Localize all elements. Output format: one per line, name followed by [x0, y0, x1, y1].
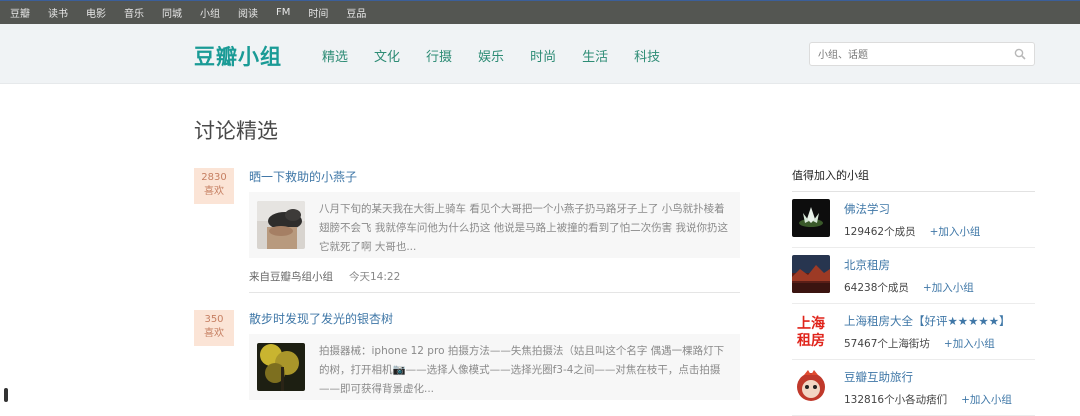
nav-culture[interactable]: 文化 [374, 46, 400, 65]
topic-meta: 来自豆瓣鸟组小组 今天14:22 [249, 269, 400, 284]
join-group-button[interactable]: +加入小组 [923, 282, 974, 294]
topic-divider [249, 292, 740, 293]
recommended-groups: 值得加入的小组 佛法学习 129462个成员 +加入小组 北京租房 64238个… [792, 167, 1035, 416]
group-avatar[interactable]: 上海 租房 [792, 311, 830, 349]
group-stats: 64238个成员 +加入小组 [844, 280, 974, 295]
global-nav-douban[interactable]: 豆瓣 [10, 5, 30, 20]
group-stats: 132816个小各动痞们 +加入小组 [844, 392, 1012, 407]
global-nav-books[interactable]: 读书 [48, 5, 68, 20]
topic-thumbnail[interactable] [257, 201, 305, 249]
global-nav-read[interactable]: 阅读 [238, 5, 258, 20]
group-item: 豆瓣互助旅行 132816个小各动痞们 +加入小组 [792, 360, 1035, 416]
site-logo[interactable]: 豆瓣小组 [194, 41, 282, 71]
like-label: 喜欢 [204, 328, 224, 339]
nav-life[interactable]: 生活 [582, 46, 608, 65]
like-count-badge: 350 喜欢 [194, 310, 234, 346]
global-nav-time[interactable]: 时间 [308, 5, 328, 20]
group-name[interactable]: 佛法学习 [844, 201, 890, 217]
topic-title-link[interactable]: 散步时发现了发光的银杏树 [249, 310, 393, 327]
nav-travel[interactable]: 行摄 [426, 46, 452, 65]
nav-fashion[interactable]: 时尚 [530, 46, 556, 65]
group-name[interactable]: 上海租房大全【好评★★★★★】 [844, 313, 1011, 329]
join-group-button[interactable]: +加入小组 [930, 226, 981, 238]
topic-preview[interactable]: 拍摄器械：iphone 12 pro 拍摄方法——失焦拍摄法（姑且叫这个名字 偶… [249, 334, 740, 400]
scrollbar-handle[interactable] [4, 388, 8, 402]
global-nav-bar: 豆瓣 读书 电影 音乐 同城 小组 阅读 FM 时间 豆品 [0, 0, 1080, 24]
like-count-badge: 2830 喜欢 [194, 168, 234, 204]
nav-tech[interactable]: 科技 [634, 46, 660, 65]
topic-title-link[interactable]: 晒一下救助的小燕子 [249, 168, 357, 185]
group-avatar[interactable] [792, 199, 830, 237]
group-name[interactable]: 北京租房 [844, 257, 890, 273]
global-nav-music[interactable]: 音乐 [124, 5, 144, 20]
group-item: 北京租房 64238个成员 +加入小组 [792, 248, 1035, 304]
topic-excerpt: 八月下旬的某天我在大街上骑车 看见个大哥把一个小燕子扔马路牙子上了 小鸟就扑棱着… [319, 203, 729, 253]
group-members: 57467个上海街坊 [844, 338, 930, 350]
join-group-button[interactable]: +加入小组 [961, 394, 1012, 406]
global-nav-local[interactable]: 同城 [162, 5, 182, 20]
channel-nav: 精选 文化 行摄 娱乐 时尚 生活 科技 [322, 46, 686, 65]
group-members: 129462个成员 [844, 226, 916, 238]
sidebar-title: 值得加入的小组 [792, 169, 869, 182]
search-icon[interactable] [1014, 48, 1026, 60]
nav-entertainment[interactable]: 娱乐 [478, 46, 504, 65]
group-item: 佛法学习 129462个成员 +加入小组 [792, 192, 1035, 248]
svg-text:上海: 上海 [797, 315, 825, 332]
topic-source[interactable]: 来自豆瓣鸟组小组 [249, 271, 333, 283]
group-avatar[interactable] [792, 367, 830, 405]
global-nav-movies[interactable]: 电影 [86, 5, 106, 20]
global-nav-groups[interactable]: 小组 [200, 5, 220, 20]
topic-preview[interactable]: 八月下旬的某天我在大街上骑车 看见个大哥把一个小燕子扔马路牙子上了 小鸟就扑棱着… [249, 192, 740, 258]
nav-featured[interactable]: 精选 [322, 46, 348, 65]
group-avatar[interactable] [792, 255, 830, 293]
search-box [809, 42, 1035, 67]
global-nav-market[interactable]: 豆品 [346, 5, 366, 20]
topic-thumbnail[interactable] [257, 343, 305, 391]
group-stats: 57467个上海街坊 +加入小组 [844, 336, 995, 351]
topic-time: 今天14:22 [349, 271, 401, 283]
global-nav-fm[interactable]: FM [276, 7, 290, 18]
group-members: 64238个成员 [844, 282, 909, 294]
group-members: 132816个小各动痞们 [844, 394, 948, 406]
group-name[interactable]: 豆瓣互助旅行 [844, 369, 913, 385]
svg-text:租房: 租房 [797, 332, 825, 349]
like-count: 350 [204, 314, 224, 325]
topic-excerpt: 拍摄器械：iphone 12 pro 拍摄方法——失焦拍摄法（姑且叫这个名字 偶… [319, 345, 725, 395]
like-count: 2830 [201, 172, 227, 183]
page-title: 讨论精选 [194, 119, 278, 143]
group-item: 上海 租房 上海租房大全【好评★★★★★】 57467个上海街坊 +加入小组 [792, 304, 1035, 360]
like-label: 喜欢 [204, 186, 224, 197]
site-header: 豆瓣小组 精选 文化 行摄 娱乐 时尚 生活 科技 [0, 24, 1080, 84]
search-input[interactable] [810, 44, 1000, 67]
join-group-button[interactable]: +加入小组 [944, 338, 995, 350]
group-stats: 129462个成员 +加入小组 [844, 224, 980, 239]
